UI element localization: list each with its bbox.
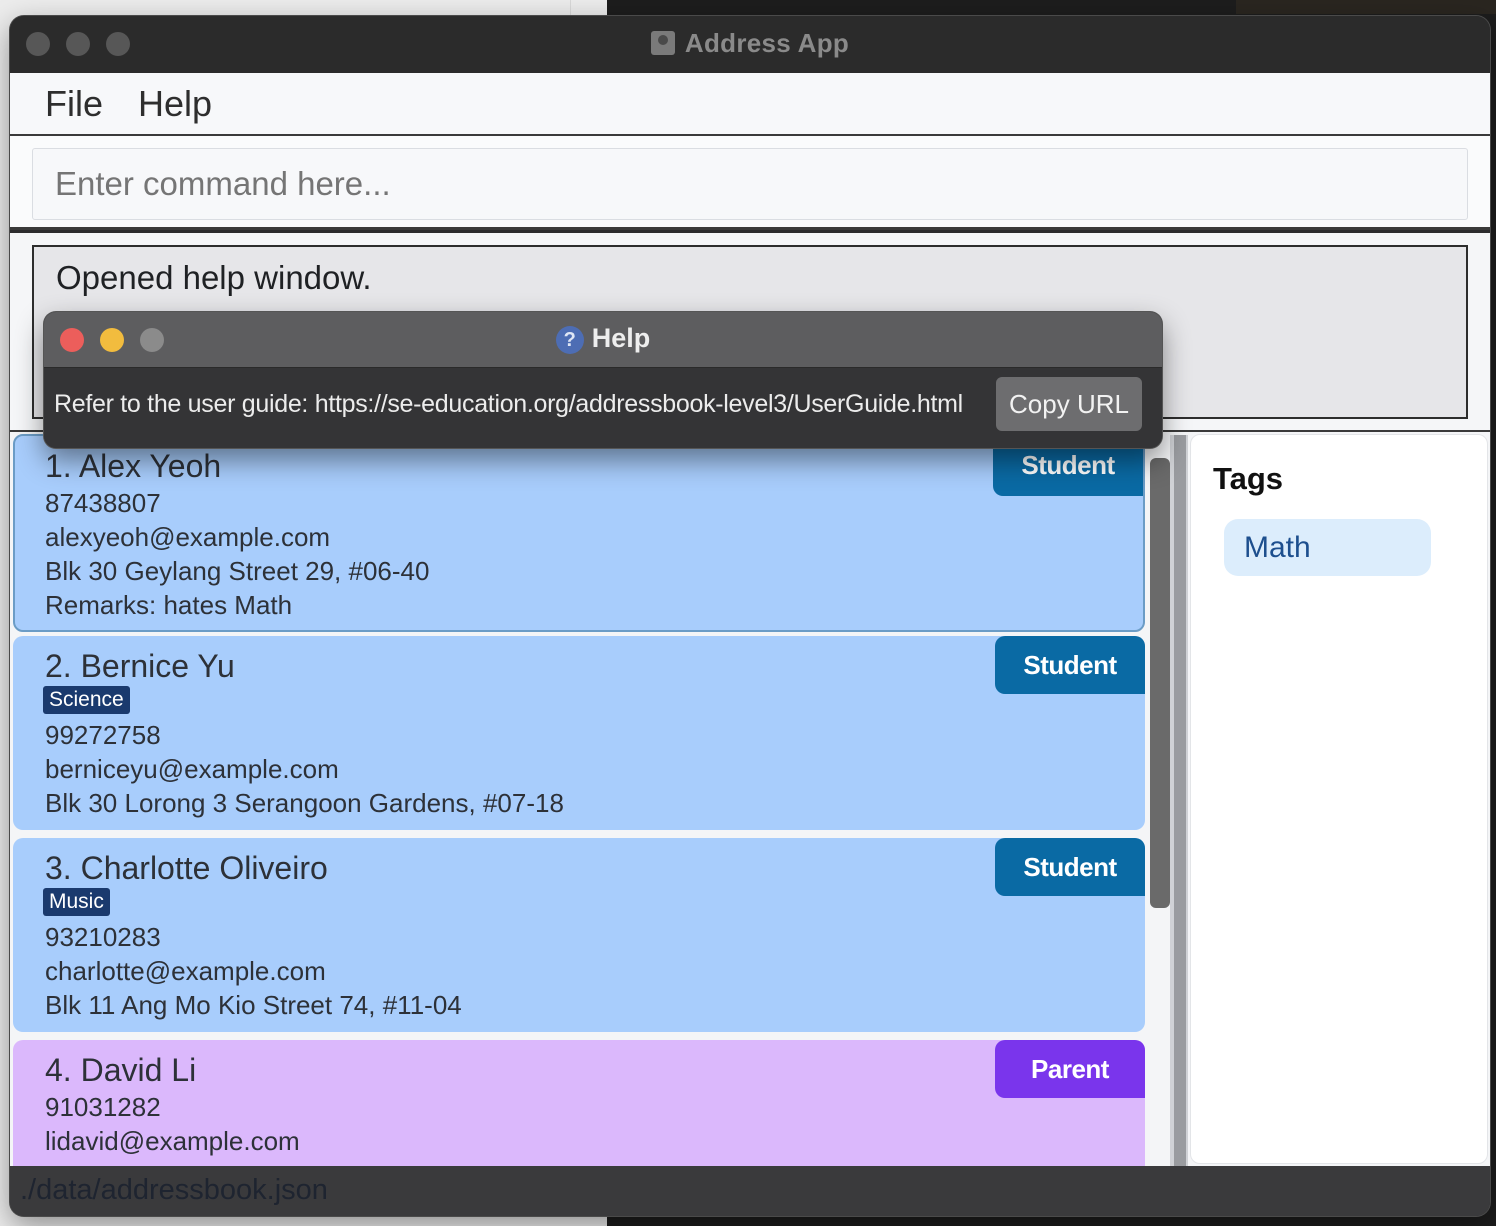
scrollbar-gutter (1174, 435, 1186, 1166)
role-badge: Parent (995, 1040, 1145, 1098)
person-card[interactable]: 1. Alex Yeoh Student 87438807 alexyeoh@e… (13, 434, 1145, 632)
person-email: berniceyu@example.com (45, 754, 339, 784)
person-email: lidavid@example.com (45, 1126, 300, 1156)
menu-file[interactable]: File (45, 83, 103, 125)
status-bar: ./data/addressbook.json (10, 1166, 1490, 1216)
person-name: 3. Charlotte Oliveiro (45, 850, 328, 886)
person-name: 2. Bernice Yu (45, 648, 235, 684)
person-phone: 99272758 (45, 720, 161, 750)
person-name: 4. David Li (45, 1052, 197, 1088)
main-window: Address App File Help Opened help window… (10, 16, 1490, 1216)
copy-url-button[interactable]: Copy URL (996, 377, 1142, 431)
menu-bar: File Help (10, 73, 1490, 136)
desktop-shade (1236, 0, 1496, 14)
help-titlebar[interactable]: ? Help (44, 312, 1162, 368)
window-title: Address App (10, 28, 1490, 59)
person-address: Blk 30 Geylang Street 29, #06-40 (45, 556, 430, 586)
person-phone: 87438807 (45, 488, 161, 518)
person-email: charlotte@example.com (45, 956, 326, 986)
help-body: Refer to the user guide: https://se-educ… (44, 368, 1162, 448)
menu-help[interactable]: Help (138, 83, 212, 125)
person-tag: Music (43, 888, 110, 916)
person-phone: 93210283 (45, 922, 161, 952)
command-input[interactable] (32, 148, 1468, 220)
tags-panel: Tags Math (1190, 434, 1488, 1164)
person-card[interactable]: 3. Charlotte Oliveiro Student Music 9321… (13, 838, 1145, 1032)
person-phone: 91031282 (45, 1092, 161, 1122)
main-titlebar[interactable]: Address App (10, 16, 1490, 73)
help-title: ? Help (44, 323, 1162, 354)
role-badge: Student (995, 838, 1145, 896)
role-badge: Student (995, 636, 1145, 694)
person-tag: Science (43, 686, 130, 714)
address-book-icon (650, 31, 675, 55)
person-address: Blk 11 Ang Mo Kio Street 74, #11-04 (45, 990, 462, 1020)
help-message: Refer to the user guide: https://se-educ… (54, 390, 963, 418)
question-icon: ? (555, 326, 584, 354)
window-title-text: Address App (684, 28, 850, 58)
result-text: Opened help window. (56, 259, 372, 296)
person-card[interactable]: 4. David Li Parent 91031282 lidavid@exam… (13, 1040, 1145, 1166)
person-card[interactable]: 2. Bernice Yu Student Science 99272758 b… (13, 636, 1145, 830)
person-remarks: Remarks: hates Math (45, 590, 293, 620)
person-email: alexyeoh@example.com (45, 522, 331, 552)
content-area: 1. Alex Yeoh Student 87438807 alexyeoh@e… (10, 432, 1490, 1166)
person-name: 1. Alex Yeoh (45, 448, 222, 484)
person-list[interactable]: 1. Alex Yeoh Student 87438807 alexyeoh@e… (10, 432, 1146, 1166)
status-file-path: ./data/addressbook.json (20, 1174, 328, 1206)
tags-title: Tags (1213, 461, 1284, 496)
help-title-text: Help (591, 323, 651, 353)
command-box-area (10, 136, 1490, 230)
tag-pill[interactable]: Math (1224, 519, 1431, 576)
scrollbar-thumb[interactable] (1150, 458, 1170, 908)
help-window: ? Help Refer to the user guide: https://s… (44, 312, 1162, 448)
person-address: Blk 30 Lorong 3 Serangoon Gardens, #07-1… (45, 788, 564, 818)
